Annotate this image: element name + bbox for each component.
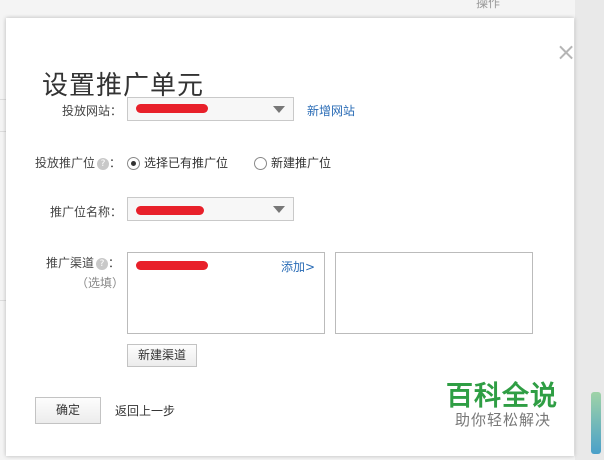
slot-label-text: 投放推广位 bbox=[35, 156, 96, 170]
column-header-operation: 操作 bbox=[476, 0, 501, 10]
radio-new-label: 新建推广位 bbox=[271, 156, 332, 170]
back-link[interactable]: 返回上一步 bbox=[115, 402, 175, 419]
watermark-logo-title: 百科全说 bbox=[446, 381, 558, 412]
new-channel-button[interactable]: 新建渠道 bbox=[127, 344, 197, 367]
side-scroll-widget[interactable] bbox=[591, 392, 601, 454]
watermark-logo-subtitle: 助你轻松解决 bbox=[455, 411, 552, 429]
chevron-down-icon bbox=[273, 106, 285, 113]
label-colon: ： bbox=[109, 156, 122, 170]
redacted-website-value bbox=[136, 104, 208, 113]
close-icon[interactable]: × bbox=[554, 40, 578, 64]
slot-existing-option[interactable]: 选择已有推广位 bbox=[127, 154, 228, 171]
website-label: 投放网站： bbox=[62, 104, 123, 118]
channel-label: 推广渠道?： bbox=[46, 254, 120, 271]
label-colon: ： bbox=[108, 256, 121, 270]
redacted-channel-item bbox=[136, 261, 208, 270]
slot-new-option[interactable]: 新建推广位 bbox=[254, 154, 331, 171]
radio-new-slot[interactable] bbox=[254, 157, 267, 170]
channel-label-text: 推广渠道 bbox=[46, 256, 95, 270]
radio-existing-slot[interactable] bbox=[127, 157, 140, 170]
add-channel-link[interactable]: 添加> bbox=[281, 258, 315, 275]
channel-selected-list[interactable] bbox=[335, 252, 533, 334]
add-website-link[interactable]: 新增网站 bbox=[307, 102, 355, 119]
slot-name-select[interactable] bbox=[127, 197, 294, 221]
channel-optional-note: （选填） bbox=[76, 276, 125, 290]
redacted-slot-name-value bbox=[136, 206, 204, 215]
website-select[interactable] bbox=[127, 97, 294, 121]
confirm-button[interactable]: 确定 bbox=[35, 397, 101, 424]
slot-label: 投放推广位?： bbox=[35, 154, 121, 171]
slot-name-label: 推广位名称： bbox=[50, 205, 123, 219]
help-icon[interactable]: ? bbox=[96, 257, 109, 270]
help-icon[interactable]: ? bbox=[97, 157, 110, 170]
background-right-column bbox=[575, 0, 604, 460]
chevron-down-icon bbox=[273, 206, 285, 213]
radio-existing-label: 选择已有推广位 bbox=[144, 156, 229, 170]
channel-available-list[interactable]: 添加> bbox=[127, 252, 325, 334]
